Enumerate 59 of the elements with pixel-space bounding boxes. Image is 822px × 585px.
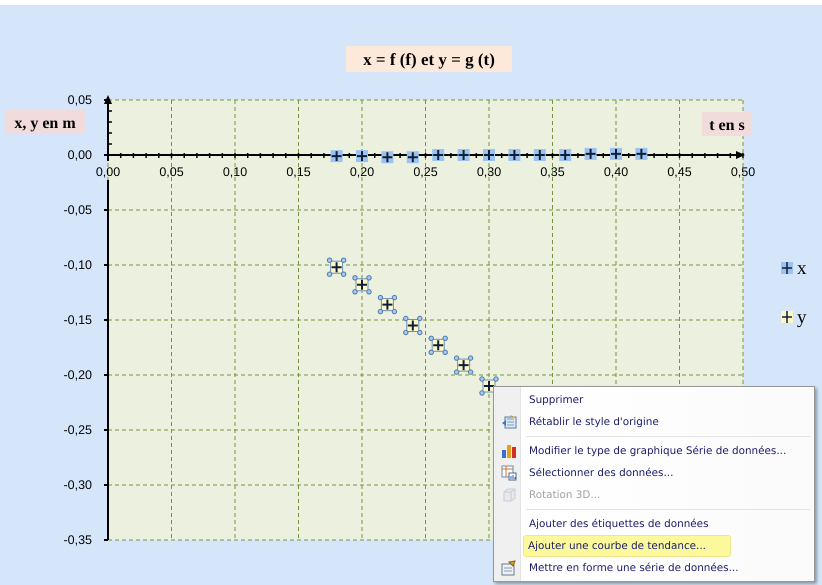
legend-label: x (797, 258, 806, 279)
x-tick-label: 0,45 (667, 165, 692, 179)
x-tick-label: 0,40 (604, 165, 628, 179)
chart-title: x = f (f) et y = g (t) (346, 46, 512, 72)
x-tick-label: 0,25 (413, 165, 438, 179)
y-tick-label: 0,00 (68, 148, 92, 162)
x-tick-label: 0,00 (96, 165, 120, 179)
data-point[interactable] (610, 148, 622, 160)
data-point[interactable] (458, 149, 470, 161)
data-point[interactable] (432, 149, 444, 161)
data-point[interactable] (330, 150, 343, 162)
x-tick-label: 0,20 (350, 165, 374, 179)
legend-marker-icon (781, 261, 793, 275)
bar-chart-icon (501, 443, 517, 459)
restore-style-icon (501, 414, 517, 430)
x-tick-label: 0,15 (286, 165, 311, 179)
y-tick-label: -0,05 (64, 203, 92, 217)
cube-icon (501, 487, 517, 503)
data-point[interactable] (584, 148, 597, 160)
menu-item[interactable]: Mettre en forme une série de données... (529, 562, 738, 574)
x-tick-label: 0,35 (540, 165, 565, 179)
x-tick-label: 0,05 (159, 165, 184, 179)
data-point[interactable] (352, 275, 372, 294)
x-tick-label: 0,10 (222, 165, 248, 179)
y-axis-title: x, y en m (5, 110, 85, 134)
y-tick-label: -0,25 (64, 423, 92, 437)
select-data-icon (501, 465, 517, 481)
data-point[interactable] (356, 150, 368, 162)
format-series-icon (501, 560, 517, 576)
data-point[interactable] (428, 336, 448, 355)
data-point[interactable] (381, 151, 394, 164)
y-axis-title: x, y en m (14, 115, 76, 132)
y-tick-label: 0,05 (68, 93, 92, 107)
data-point[interactable] (508, 149, 520, 161)
x-axis-title: t en s (702, 112, 752, 136)
menu-item[interactable]: Sélectionner des données... (529, 467, 674, 479)
data-point[interactable] (326, 258, 346, 277)
data-point[interactable] (483, 149, 495, 161)
x-tick-label: 0,50 (730, 165, 756, 179)
y-tick-label: -0,15 (64, 313, 92, 327)
y-tick-label: -0,30 (64, 478, 92, 492)
menu-item[interactable]: Modifier le type de graphique Série de données... (529, 445, 786, 457)
y-tick-label: -0,20 (64, 368, 92, 382)
data-point[interactable] (534, 149, 546, 161)
data-point[interactable] (403, 316, 422, 336)
legend-label: y (797, 307, 806, 328)
x-axis-title: t en s (709, 117, 745, 134)
chart-title: x = f (f) et y = g (t) (363, 50, 495, 69)
data-point[interactable] (378, 294, 398, 314)
y-tick-label: -0,10 (64, 258, 92, 272)
data-point[interactable] (559, 149, 572, 161)
y-tick-label: -0,35 (64, 533, 92, 547)
x-tick-label: 0,30 (476, 165, 502, 179)
legend-marker-icon (781, 310, 793, 324)
data-point[interactable] (454, 355, 474, 375)
menu-item[interactable]: Rétablir le style d'origine (529, 416, 659, 428)
menu-item[interactable]: Ajouter des étiquettes de données (529, 518, 708, 530)
menu-item[interactable]: Supprimer (529, 394, 584, 406)
data-point[interactable] (406, 151, 419, 164)
